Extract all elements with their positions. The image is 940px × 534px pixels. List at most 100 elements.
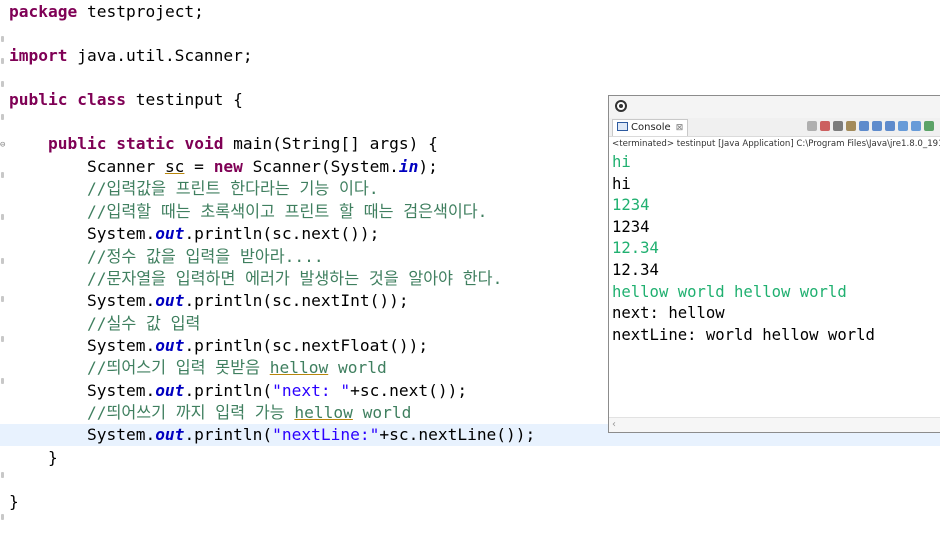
code-token: .println(sc.next()); [184, 224, 380, 243]
gutter-marker [1, 258, 4, 264]
code-token: = [184, 157, 214, 176]
terminate-icon[interactable] [807, 121, 817, 131]
code-token: System. [9, 381, 156, 400]
console-view[interactable]: Console ⊠ <terminated> testinput [Java Ap… [608, 95, 940, 433]
code-token: out [155, 291, 185, 310]
console-toolbar [807, 121, 937, 133]
editor-gutter[interactable]: ⊖ [0, 0, 6, 534]
horizontal-scrollbar[interactable]: ‹ [609, 417, 940, 432]
gutter-marker [1, 472, 4, 478]
code-token: .println( [184, 425, 273, 444]
console-output-line: hi [612, 174, 631, 193]
console-input-line: hi [612, 153, 631, 171]
code-token: } [9, 448, 58, 467]
code-token: //실수 값 입력 [9, 314, 201, 333]
code-token: sc [164, 157, 185, 176]
code-token: testinput { [125, 90, 243, 109]
console-input-line: 1234 [612, 196, 650, 215]
code-token: //정수 값을 입력을 받아라.... [9, 247, 324, 266]
code-line[interactable]: System.out.println(sc.nextFloat()); [9, 335, 428, 357]
remove-launch-icon[interactable] [820, 121, 830, 131]
code-token: System. [9, 224, 156, 243]
code-line[interactable]: //실수 값 입력 [9, 313, 200, 335]
code-token: world [328, 358, 387, 377]
remove-all-icon[interactable] [833, 121, 843, 131]
code-token: package [9, 2, 78, 21]
tab-console[interactable]: Console ⊠ [612, 119, 689, 136]
code-token: in [398, 157, 419, 176]
code-token: hellow [269, 358, 329, 377]
code-token: System. [9, 291, 156, 310]
code-token: out [155, 336, 185, 355]
code-line[interactable]: //입력할 때는 초록색이고 프린트 할 때는 검은색이다. [9, 201, 487, 223]
code-token: } [9, 492, 19, 511]
code-line[interactable]: //띄어스기 입력 못받음 hellow world [9, 357, 387, 379]
code-token: System. [9, 425, 156, 444]
code-line[interactable]: //입력값을 프린트 한다라는 기능 이다. [9, 178, 379, 200]
code-line[interactable]: //정수 값을 입력을 받아라.... [9, 246, 324, 268]
console-input-line: hellow world hellow world [612, 282, 847, 301]
code-token: void [184, 134, 224, 153]
code-token: Scanner [9, 157, 165, 176]
scroll-lock-icon[interactable] [846, 121, 856, 131]
code-token: main(String[] args) { [223, 134, 438, 153]
code-token: "nextLine:" [272, 425, 380, 444]
pin-console-icon[interactable] [898, 121, 908, 131]
new-console-icon[interactable] [924, 121, 934, 131]
gutter-marker [1, 114, 4, 120]
close-icon[interactable]: ⊠ [676, 123, 684, 133]
show-on-output-icon[interactable] [872, 121, 882, 131]
code-token: class [77, 90, 126, 109]
code-line[interactable]: System.out.println("next: "+sc.next()); [9, 380, 467, 402]
console-output[interactable]: hi hi 1234 1234 12.34 12.34 hellow world hello… [609, 152, 940, 346]
show-on-error-icon[interactable] [885, 121, 895, 131]
code-token: //입력값을 프린트 한다라는 기능 이다. [9, 179, 379, 198]
code-token: public [9, 90, 68, 109]
code-line[interactable]: Scanner sc = new Scanner(System.in); [9, 156, 438, 178]
word-wrap-icon[interactable] [859, 121, 869, 131]
gutter-marker [1, 296, 4, 302]
code-line[interactable]: } [9, 491, 19, 513]
code-token: +sc.nextLine()); [379, 425, 536, 444]
code-token: out [155, 381, 185, 400]
code-token: .println(sc.nextInt()); [184, 291, 409, 310]
code-line[interactable]: } [9, 447, 58, 469]
gutter-marker [1, 214, 4, 220]
tab-console-label: Console [631, 122, 671, 133]
code-token: testproject; [77, 2, 204, 21]
code-line[interactable]: System.out.println(sc.next()); [9, 223, 379, 245]
code-token: //입력할 때는 초록색이고 프린트 할 때는 검은색이다. [9, 202, 488, 221]
gutter-marker [1, 81, 4, 87]
code-line[interactable]: System.out.println("nextLine:"+sc.nextLi… [9, 424, 535, 446]
code-line[interactable]: //문자열을 입력하면 에러가 발생하는 것을 알아야 한다. [9, 268, 502, 290]
launch-status: <terminated> testinput [Java Application… [612, 139, 940, 149]
code-line[interactable]: public class testinput { [9, 89, 243, 111]
code-token: //띄어스기 입력 못받음 [9, 358, 270, 377]
console-icon [617, 122, 628, 131]
code-line[interactable]: import java.util.Scanner; [9, 45, 253, 67]
code-token: import [9, 46, 68, 65]
code-token: System. [9, 336, 156, 355]
code-line[interactable]: public static void main(String[] args) { [9, 133, 438, 155]
code-line[interactable]: //띄어쓰기 까지 입력 가능 hellow world [9, 402, 411, 424]
gutter-marker [1, 336, 4, 342]
code-token: world [352, 403, 412, 422]
code-line[interactable]: package testproject; [9, 1, 204, 23]
code-token: ); [418, 157, 438, 176]
fold-collapse-icon[interactable]: ⊖ [0, 140, 5, 150]
console-output-line: next: hellow [612, 304, 725, 323]
code-line[interactable]: System.out.println(sc.nextInt()); [9, 290, 409, 312]
eclipse-app-icon [615, 100, 627, 112]
code-token: out [155, 224, 185, 243]
code-token: Scanner(System. [242, 157, 399, 176]
gutter-marker [1, 378, 4, 384]
code-token: //띄어쓰기 까지 입력 가능 [9, 403, 295, 422]
scroll-left-arrow-icon[interactable]: ‹ [612, 418, 616, 431]
gutter-marker [1, 172, 4, 178]
display-console-icon[interactable] [911, 121, 921, 131]
code-token: //문자열을 입력하면 에러가 발생하는 것을 알아야 한다. [9, 269, 503, 288]
console-window-titlebar[interactable] [609, 96, 940, 118]
